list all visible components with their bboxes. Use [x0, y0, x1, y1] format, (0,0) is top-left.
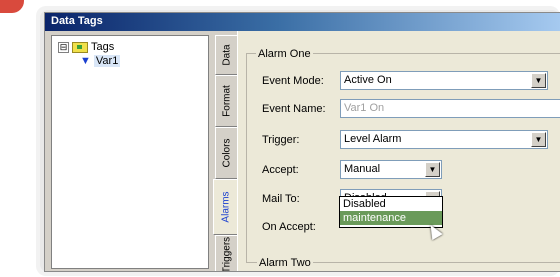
variable-tag-icon: ▼: [80, 54, 91, 67]
tag-tree: ⊟ Tags ▼ Var1: [51, 35, 209, 269]
data-tags-window: Data Tags ⊟ Tags ▼ Var1 Data Format Colo…: [44, 12, 560, 272]
event-mode-select[interactable]: Active On ▼: [340, 71, 548, 90]
tab-triggers[interactable]: Triggers: [215, 235, 237, 271]
corner-badge: [0, 0, 24, 13]
tab-alarms[interactable]: Alarms: [213, 179, 237, 235]
accept-select[interactable]: Manual ▼: [340, 160, 442, 179]
collapse-expander-icon[interactable]: ⊟: [58, 41, 69, 53]
mail-to-dropdown-list: Disabled maintenance: [339, 196, 443, 228]
mail-to-label: Mail To:: [262, 193, 300, 205]
tree-node-tags-label: Tags: [91, 41, 115, 53]
alarms-panel: Alarm One Event Mode: Active On ▼ Event …: [237, 31, 560, 271]
chevron-down-icon[interactable]: ▼: [425, 162, 440, 177]
trigger-label: Trigger:: [262, 134, 300, 146]
event-name-field[interactable]: Var1 On: [340, 99, 560, 118]
mail-to-option-maintenance[interactable]: maintenance: [340, 211, 442, 225]
on-accept-label: On Accept:: [262, 221, 316, 233]
accept-label: Accept:: [262, 164, 299, 176]
event-mode-label: Event Mode:: [262, 75, 324, 87]
mail-to-option-disabled[interactable]: Disabled: [340, 197, 442, 211]
event-name-label: Event Name:: [262, 103, 326, 115]
title-bar: Data Tags: [45, 13, 560, 31]
tab-format[interactable]: Format: [215, 75, 237, 127]
trigger-select[interactable]: Level Alarm ▼: [340, 130, 548, 149]
chevron-down-icon[interactable]: ▼: [531, 132, 546, 147]
vertical-tab-strip: Data Format Colors Alarms Triggers: [213, 31, 237, 271]
alarm-two-group-label: Alarm Two: [257, 257, 313, 269]
tab-data[interactable]: Data: [215, 35, 237, 75]
tree-node-var1[interactable]: ▼ Var1: [80, 54, 121, 68]
tree-node-tags[interactable]: ⊟ Tags: [58, 40, 114, 54]
tab-colors[interactable]: Colors: [215, 127, 237, 179]
window-title: Data Tags: [51, 15, 103, 27]
chevron-down-icon[interactable]: ▼: [531, 73, 546, 88]
tree-node-var1-label: Var1: [93, 55, 121, 67]
tags-folder-icon: [72, 41, 88, 53]
alarm-one-group-label: Alarm One: [256, 48, 313, 60]
